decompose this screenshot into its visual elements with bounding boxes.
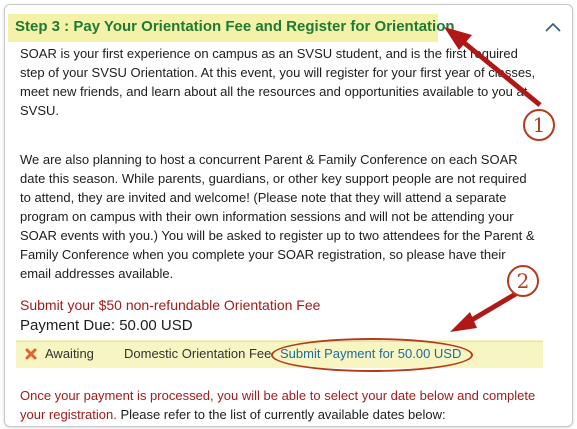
annotation-arrow-1 xyxy=(444,27,542,107)
annotation-number-2: 2 xyxy=(507,265,539,297)
annotation-number-1: 1 xyxy=(523,109,555,141)
annotation-arrows xyxy=(444,27,542,332)
annotation-arrow-2 xyxy=(450,286,526,332)
